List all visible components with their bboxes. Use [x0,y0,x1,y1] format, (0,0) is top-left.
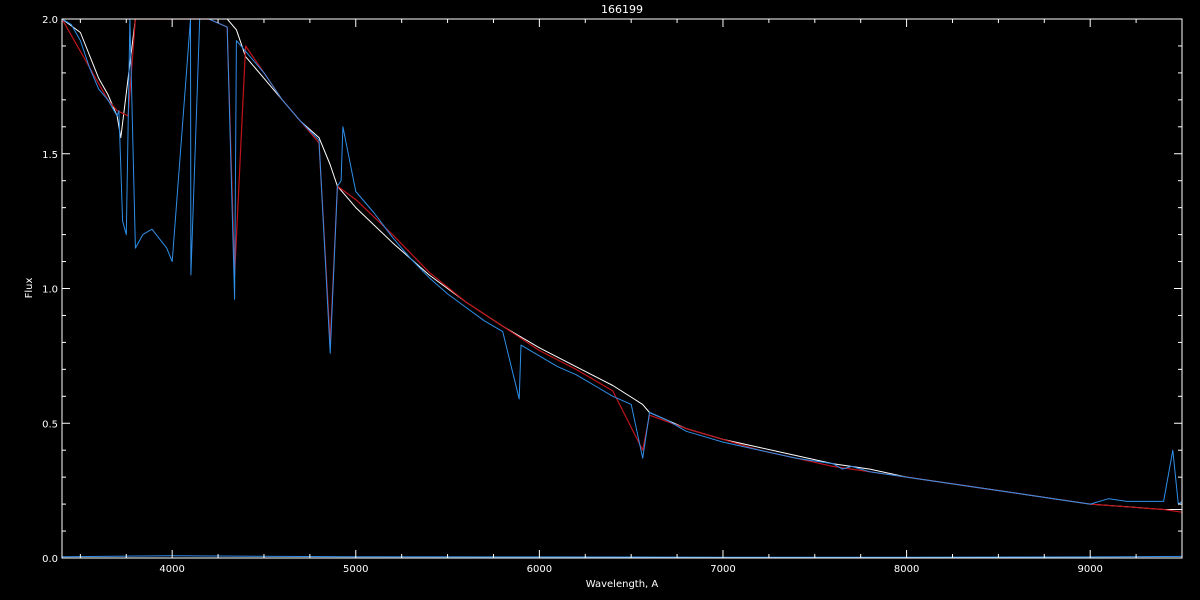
y-tick-label: 2.0 [42,15,58,26]
y-tick-label: 1.5 [42,150,58,161]
chart-background [0,0,1200,600]
chart-title: 166199 [601,3,643,16]
spectrum-chart: 4000 5000 6000 7000 8000 90000.00.51.01.52.0 … [0,0,1200,600]
x-tick-label: 8000 [894,564,919,575]
y-tick-label: 0.5 [42,419,58,430]
y-axis-label: Flux [24,278,35,299]
x-tick-label: 5000 [343,564,368,575]
y-tick-label: 0.0 [42,554,58,565]
x-tick-label: 9000 [1077,564,1102,575]
x-tick-label: 6000 [527,564,552,575]
x-tick-label: 7000 [710,564,735,575]
x-tick-label: 4000 [159,564,184,575]
y-tick-label: 1.0 [42,285,58,296]
x-axis-label: Wavelength, A [586,579,659,590]
